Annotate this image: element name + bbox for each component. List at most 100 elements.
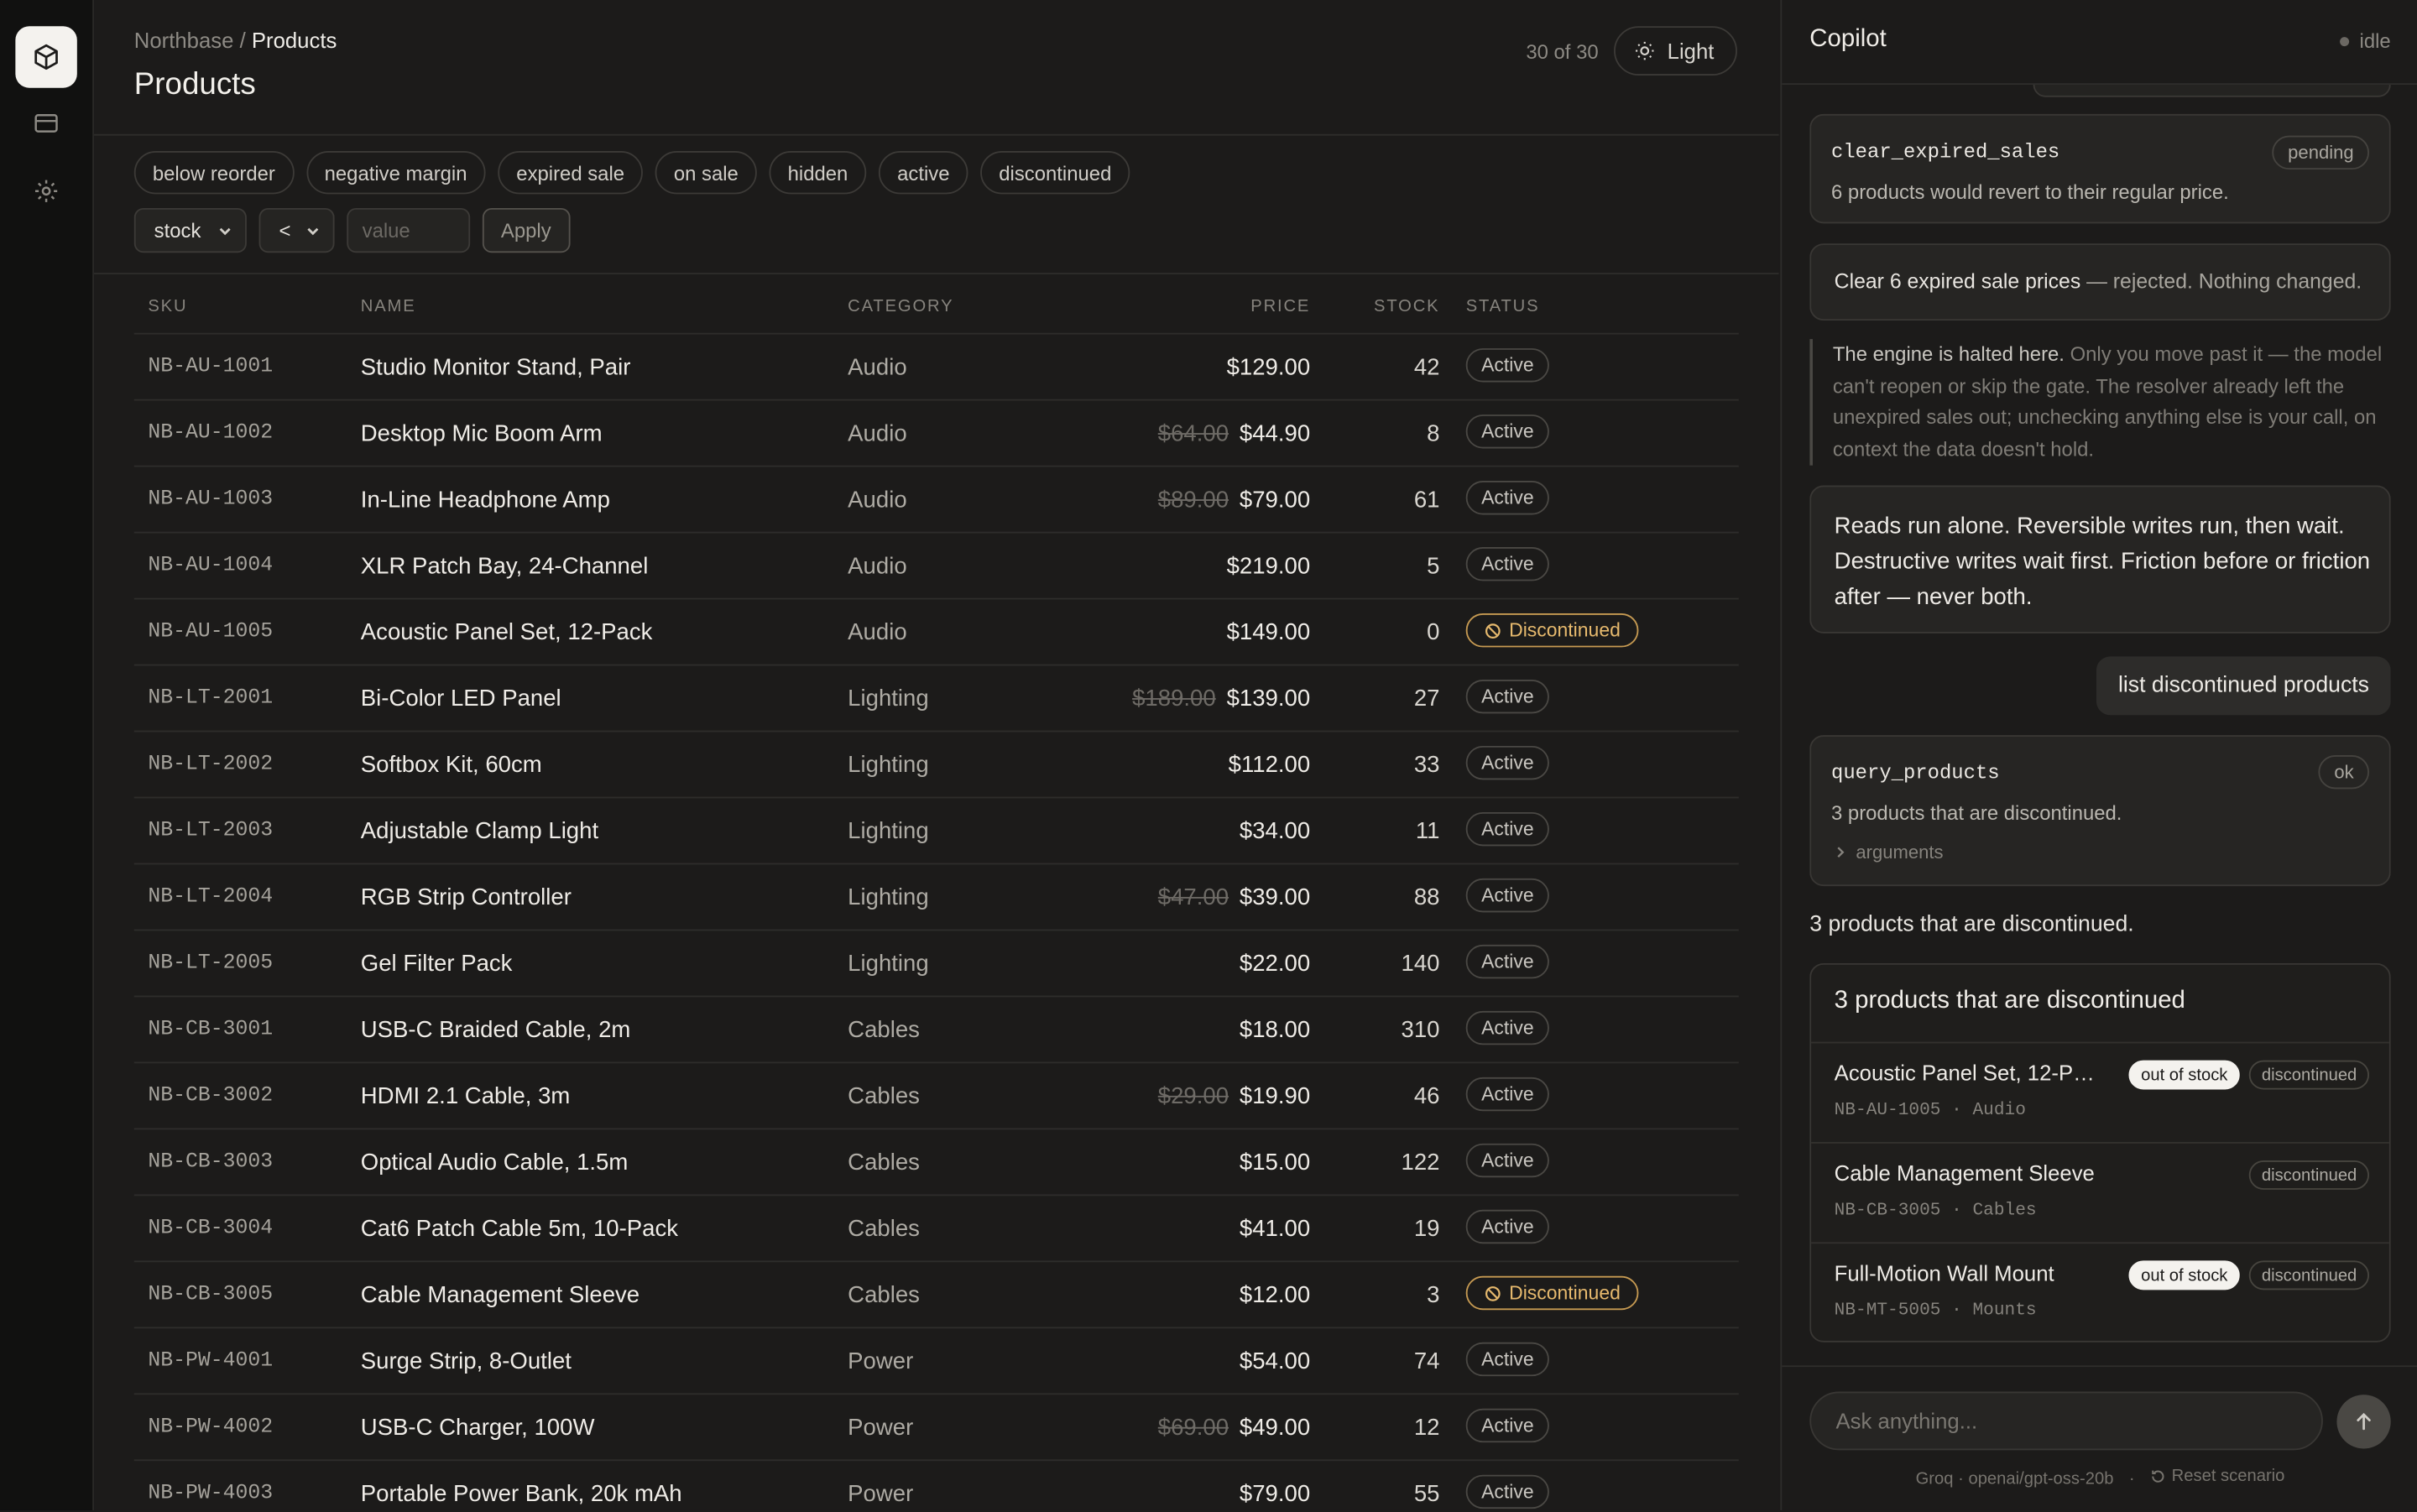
box-icon bbox=[34, 44, 58, 70]
tool-call-card: clear_expired_sales pending 6 products w… bbox=[1809, 113, 2391, 224]
table-row[interactable]: NB-AU-1004 XLR Patch Bay, 24-Channel Audio… bbox=[133, 533, 1739, 600]
table-row[interactable]: NB-LT-2002 Softbox Kit, 60cm Lighting $112.… bbox=[133, 732, 1739, 799]
cell-category: Cables bbox=[848, 1150, 920, 1176]
out-of-stock-tag: out of stock bbox=[2128, 1060, 2241, 1090]
current-price: $149.00 bbox=[1226, 619, 1311, 646]
table-row[interactable]: NB-AU-1001 Studio Monitor Stand, Pair Audi… bbox=[133, 335, 1739, 401]
rail-products-button[interactable] bbox=[15, 26, 77, 88]
table-row[interactable]: NB-PW-4002 USB-C Charger, 100W Power $69.00… bbox=[133, 1395, 1739, 1462]
list-item[interactable]: Acoustic Panel Set, 12-Pack NB-AU-1005 · … bbox=[1811, 1041, 2389, 1142]
table-row[interactable]: NB-PW-4003 Portable Power Bank, 20k mAh Po… bbox=[134, 1461, 1739, 1510]
current-price: $18.00 bbox=[1239, 1017, 1311, 1044]
table-row[interactable]: NB-LT-2001 Bi-Color LED Panel Lighting $189… bbox=[133, 665, 1739, 733]
field-select[interactable]: stock bbox=[133, 207, 247, 253]
cell-status: Discontinued bbox=[1465, 613, 1639, 648]
current-price: $139.00 bbox=[1226, 686, 1311, 712]
cell-status: Active bbox=[1465, 481, 1549, 515]
cell-status: Active bbox=[1465, 679, 1549, 714]
cell-price: $54.00 bbox=[1240, 1348, 1310, 1374]
cell-sku: NB-AU-1003 bbox=[148, 488, 274, 512]
breadcrumb: Northbase / Products bbox=[134, 28, 337, 52]
table-row[interactable]: NB-LT-2003 Adjustable Clamp Light Lighting… bbox=[133, 798, 1739, 865]
table-row[interactable]: NB-CB-3005 Cable Management Sleeve Cables $… bbox=[133, 1262, 1739, 1329]
filter-chip[interactable]: discontinued bbox=[980, 150, 1130, 195]
filter-chip[interactable]: below reorder bbox=[133, 150, 294, 195]
assistant-answer: 3 products that are discontinued. bbox=[1809, 912, 2134, 937]
cell-sku: NB-AU-1004 bbox=[148, 555, 274, 578]
col-status[interactable]: STATUS bbox=[1466, 297, 1540, 315]
value-input[interactable] bbox=[347, 207, 471, 253]
status-text: Active bbox=[1481, 951, 1534, 972]
status-badge: Active bbox=[1465, 547, 1549, 581]
list-item-sku: NB-AU-1005 bbox=[1834, 1100, 1941, 1121]
col-price[interactable]: PRICE bbox=[1250, 297, 1310, 315]
filter-chip[interactable]: expired sale bbox=[498, 150, 644, 195]
table-row[interactable]: NB-AU-1002 Desktop Mic Boom Arm Audio $64.0… bbox=[133, 401, 1739, 467]
user-message: list discontinued products bbox=[2096, 656, 2391, 716]
rail-billing-button[interactable] bbox=[15, 92, 76, 154]
cell-price: $219.00 bbox=[1227, 553, 1311, 579]
cell-name: XLR Patch Bay, 24-Channel bbox=[360, 553, 649, 580]
cell-category: Lighting bbox=[848, 752, 929, 779]
arguments-toggle[interactable]: arguments bbox=[1835, 842, 1944, 863]
cell-stock: 140 bbox=[1401, 951, 1440, 978]
out-of-stock-tag: out of stock bbox=[2128, 1260, 2241, 1290]
filter-chip[interactable]: on sale bbox=[655, 150, 757, 195]
col-name[interactable]: NAME bbox=[361, 297, 416, 315]
tool-description: 6 products would revert to their regular… bbox=[1830, 180, 2229, 204]
copilot-title: Copilot bbox=[1809, 26, 1887, 53]
col-stock[interactable]: STOCK bbox=[1374, 297, 1439, 315]
cell-price: $69.00 $49.00 bbox=[1158, 1415, 1310, 1441]
current-price: $79.00 bbox=[1239, 487, 1311, 514]
col-sku[interactable]: SKU bbox=[148, 297, 187, 315]
cell-name: Optical Audio Cable, 1.5m bbox=[360, 1150, 629, 1176]
chat-thread[interactable]: clear_expired_sales pending 6 products w… bbox=[1809, 85, 2391, 1363]
list-item[interactable]: Cable Management Sleeve NB-CB-3005 · Cabl… bbox=[1811, 1141, 2389, 1242]
cell-category: Audio bbox=[848, 487, 907, 514]
table-row[interactable]: NB-CB-3003 Optical Audio Cable, 1.5m Cable… bbox=[133, 1129, 1739, 1197]
cell-category: Cables bbox=[848, 1083, 920, 1110]
cell-price: $129.00 bbox=[1227, 354, 1311, 380]
status-text: Active bbox=[1481, 1216, 1534, 1238]
cell-status: Discontinued bbox=[1465, 1275, 1639, 1311]
filter-chip[interactable]: hidden bbox=[769, 150, 867, 195]
filter-chip[interactable]: negative margin bbox=[305, 150, 486, 195]
list-item-category: Cables bbox=[1972, 1200, 2037, 1221]
breadcrumb-root[interactable]: Northbase bbox=[134, 28, 234, 52]
cell-stock: 74 bbox=[1413, 1348, 1440, 1375]
status-badge: Discontinued bbox=[1465, 613, 1639, 648]
table-row[interactable]: NB-LT-2004 RGB Strip Controller Lighting $4… bbox=[133, 864, 1739, 931]
copilot-panel: Copilot idle clear_expired_sales pending… bbox=[1780, 0, 2417, 1510]
filter-chip[interactable]: active bbox=[879, 150, 968, 195]
table-row[interactable]: NB-CB-3004 Cat6 Patch Cable 5m, 10-Pack Ca… bbox=[133, 1196, 1739, 1263]
table-row[interactable]: NB-CB-3002 HDMI 2.1 Cable, 3m Cables $29.00… bbox=[133, 1063, 1739, 1130]
status-badge: Active bbox=[1465, 348, 1549, 383]
table-row[interactable]: NB-PW-4001 Surge Strip, 8-Outlet Power $54.… bbox=[133, 1328, 1739, 1395]
table-row[interactable]: NB-LT-2005 Gel Filter Pack Lighting $22.00 1… bbox=[133, 931, 1739, 998]
send-button[interactable] bbox=[2336, 1395, 2391, 1449]
table-row[interactable]: NB-AU-1003 In-Line Headphone Amp Audio $89.… bbox=[133, 467, 1739, 534]
cell-stock: 122 bbox=[1401, 1150, 1440, 1176]
theme-toggle-button[interactable]: Light bbox=[1613, 26, 1737, 76]
reset-scenario-button[interactable]: Reset scenario bbox=[2150, 1468, 2284, 1486]
cell-status: Active bbox=[1465, 811, 1549, 847]
cell-name: Desktop Mic Boom Arm bbox=[360, 420, 603, 447]
arrow-up-icon bbox=[2357, 1412, 2371, 1431]
rail-settings-button[interactable] bbox=[15, 160, 76, 222]
table-row[interactable]: NB-CB-3001 USB-C Braided Cable, 2m Cables $… bbox=[133, 997, 1739, 1064]
ask-input[interactable] bbox=[1809, 1391, 2323, 1451]
cell-status: Active bbox=[1465, 1408, 1549, 1443]
cell-name: HDMI 2.1 Cable, 3m bbox=[360, 1083, 571, 1110]
composer: Groq · openai/gpt-oss-20b · Reset scenario bbox=[1782, 1365, 2417, 1511]
status-badge: Active bbox=[1465, 1408, 1549, 1443]
table-row[interactable]: NB-AU-1005 Acoustic Panel Set, 12-Pack Aud… bbox=[133, 599, 1739, 666]
list-item[interactable]: Full-Motion Wall Mount NB-MT-5005 · Mount… bbox=[1811, 1242, 2389, 1341]
col-category[interactable]: CATEGORY bbox=[848, 297, 953, 315]
status-text: Active bbox=[1481, 884, 1534, 906]
old-price: $47.00 bbox=[1157, 884, 1229, 911]
discontinued-tag: discontinued bbox=[2249, 1260, 2370, 1290]
operator-select[interactable]: < bbox=[258, 207, 335, 253]
apply-button[interactable]: Apply bbox=[482, 207, 570, 253]
cell-category: Cables bbox=[848, 1216, 920, 1243]
list-item-category: Audio bbox=[1972, 1100, 2026, 1121]
